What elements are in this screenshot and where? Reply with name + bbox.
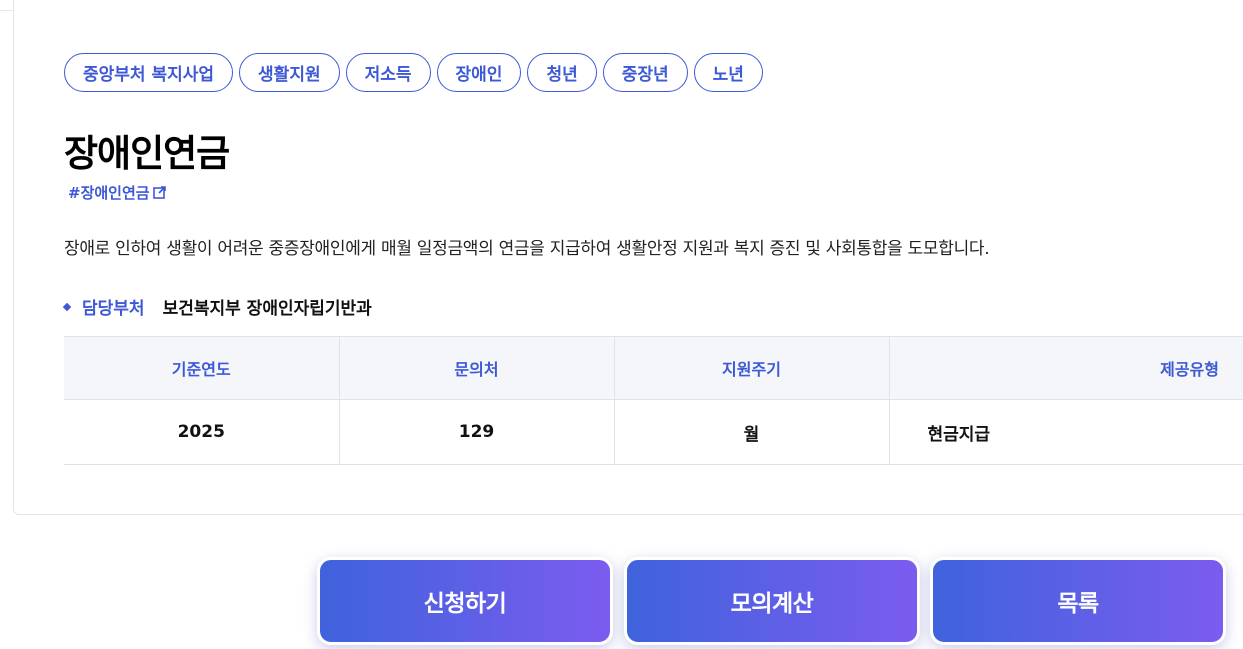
header-provision-type: 제공유형 [889,336,1243,400]
cell-support-cycle: 월 [614,399,890,465]
tag-living-support[interactable]: 생활지원 [239,53,340,92]
header-support-cycle: 지원주기 [614,336,890,400]
cell-base-year: 2025 [64,399,340,465]
apply-button[interactable]: 신청하기 [317,557,613,645]
tag-disabled[interactable]: 장애인 [436,53,522,92]
cell-contact: 129 [339,399,615,465]
tag-elderly[interactable]: 노년 [693,53,763,92]
service-description: 장애로 인하여 생활이 어려운 중증장애인에게 매월 일정금액의 연금을 지급하… [64,239,990,259]
department-value: 보건복지부 장애인자립기반과 [162,299,372,319]
tag-low-income[interactable]: 저소득 [345,53,431,92]
page-title: 장애인연금 [64,132,230,175]
diamond-bullet-icon [62,302,72,311]
cell-provision-type: 현금지급 [889,399,1243,465]
service-info-table: 기준연도 문의처 지원주기 제공유형 2025 129 월 현금지급 [64,336,1243,465]
header-base-year: 기준연도 [64,336,340,400]
tag-youth[interactable]: 청년 [527,53,597,92]
list-button[interactable]: 목록 [930,557,1226,645]
hashtag-text: #장애인연금 [68,184,150,200]
hashtag-link[interactable]: #장애인연금 [68,183,166,200]
tag-central-welfare[interactable]: 중앙부처 복지사업 [64,53,234,92]
simulate-button[interactable]: 모의계산 [624,557,920,645]
table-row: 2025 129 월 현금지급 [64,399,1243,465]
table-header-row: 기준연도 문의처 지원주기 제공유형 [64,336,1243,400]
department-info: 담당부처 보건복지부 장애인자립기반과 [62,294,372,319]
department-label: 담당부처 [82,299,145,319]
external-link-icon [152,186,166,199]
header-contact: 문의처 [339,336,615,400]
category-tags: 중앙부처 복지사업 생활지원 저소득 장애인 청년 중장년 노년 [64,53,763,92]
tag-middle-age[interactable]: 중장년 [602,53,688,92]
